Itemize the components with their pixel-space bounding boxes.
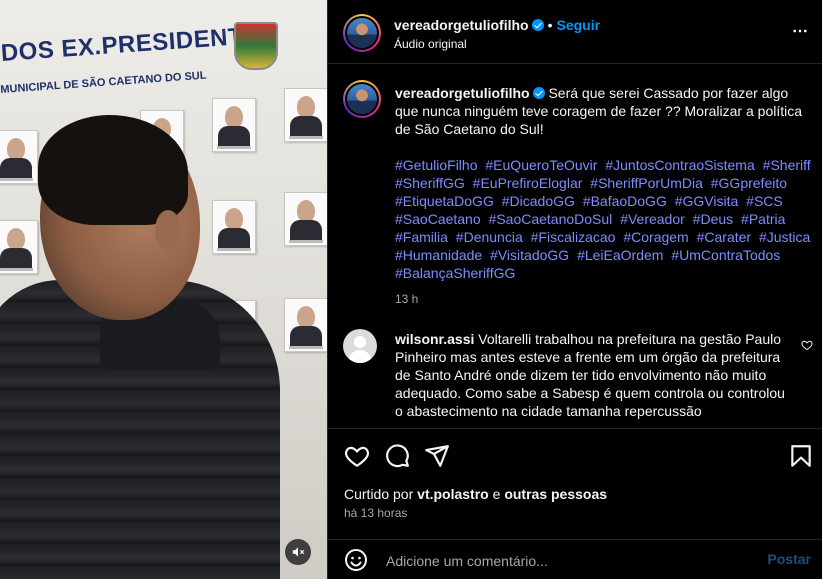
hashtag-link[interactable]: #EuPrefiroEloglar: [473, 175, 583, 191]
wall-sign-subtitle: MUNICIPAL DE SÃO CAETANO DO SUL: [0, 69, 207, 96]
hashtag-link[interactable]: #Carater: [697, 229, 751, 245]
hashtag-link[interactable]: #Vereador: [620, 211, 685, 227]
hashtag-link[interactable]: #BalançaSheriffGG: [395, 265, 515, 281]
liked-by-joiner: e: [492, 486, 501, 502]
post-header: vereadorgetuliofilho • Seguir Áudio origin…: [328, 0, 822, 64]
post-comment-button[interactable]: Postar: [767, 551, 811, 567]
hashtag-link[interactable]: #EtiquetaDoGG: [395, 193, 494, 209]
hashtag-link[interactable]: #Denuncia: [456, 229, 523, 245]
wall-portrait: [212, 98, 256, 152]
wall-portrait: [0, 220, 38, 274]
hashtag-link[interactable]: #LeiEaOrdem: [577, 247, 663, 263]
mute-button[interactable]: [285, 539, 311, 565]
hashtag-link[interactable]: #GGprefeito: [711, 175, 787, 191]
verified-badge-icon: [532, 87, 545, 99]
likes-summary: Curtido por vt.polastro e outras pessoas: [344, 486, 607, 502]
hashtag-link[interactable]: #Humanidade: [395, 247, 482, 263]
original-audio-link[interactable]: Áudio original: [394, 37, 467, 51]
hashtag-link[interactable]: #Justica: [759, 229, 810, 245]
hashtag-link[interactable]: #Fiscalizacao: [531, 229, 616, 245]
emoji-icon[interactable]: [344, 548, 368, 572]
separator-dot: •: [547, 17, 553, 33]
hashtag-link[interactable]: #VisitadoGG: [490, 247, 569, 263]
wall-portrait: [0, 130, 38, 184]
hashtag-link[interactable]: #BafaoDoGG: [583, 193, 667, 209]
post-media[interactable]: DOS EX.PRESIDENTES MUNICIPAL DE SÃO CAET…: [0, 0, 327, 579]
author-avatar[interactable]: [343, 14, 381, 52]
speaker-muted-icon: [292, 547, 305, 557]
hashtag-link[interactable]: #GGVisita: [675, 193, 739, 209]
person-hair: [38, 115, 188, 225]
commenter-avatar[interactable]: [343, 329, 377, 363]
person-ear: [155, 210, 181, 250]
hashtag-link[interactable]: #SaoCaetano: [395, 211, 481, 227]
comment-heart-icon[interactable]: [801, 339, 813, 351]
wall-portrait: [212, 200, 256, 254]
comment-input[interactable]: [384, 548, 748, 574]
heart-icon[interactable]: [344, 443, 370, 469]
more-horizontal-icon[interactable]: [791, 22, 809, 40]
hashtag-link[interactable]: #Patria: [741, 211, 785, 227]
hashtag-link[interactable]: #SaoCaetanoDoSul: [489, 211, 613, 227]
hashtag-link[interactable]: #SCS: [746, 193, 783, 209]
caption-timestamp[interactable]: 13 h: [395, 290, 815, 308]
author-username[interactable]: vereadorgetuliofilho: [394, 17, 529, 33]
hashtag-link[interactable]: #Familia: [395, 229, 448, 245]
video-frame: DOS EX.PRESIDENTES MUNICIPAL DE SÃO CAET…: [0, 0, 327, 579]
wall-portrait: [284, 88, 327, 142]
post-timestamp[interactable]: há 13 horas: [344, 506, 407, 520]
action-bar: Curtido por vt.polastro e outras pessoas…: [328, 428, 822, 528]
hashtag-list: #GetulioFilho #EuQueroTeOuvir #JuntosCon…: [395, 156, 815, 282]
hashtag-link[interactable]: #UmContraTodos: [671, 247, 780, 263]
hashtag-link[interactable]: #DicadoGG: [502, 193, 575, 209]
commenter-username[interactable]: wilsonr.assi: [395, 331, 474, 347]
hashtag-link[interactable]: #GetulioFilho: [395, 157, 478, 173]
city-crest: [234, 22, 278, 70]
liked-by-prefix: Curtido por: [344, 486, 414, 502]
caption-username[interactable]: vereadorgetuliofilho: [395, 85, 530, 101]
hashtag-link[interactable]: #EuQueroTeOuvir: [485, 157, 597, 173]
verified-badge-icon: [531, 19, 544, 31]
caption-author-avatar[interactable]: [343, 80, 381, 118]
add-comment-bar: Postar: [328, 539, 822, 579]
wall-portrait: [284, 192, 327, 246]
follow-button[interactable]: Seguir: [556, 17, 600, 33]
wall-portrait: [284, 298, 327, 352]
caption-body: vereadorgetuliofilho Será que serei Cass…: [395, 84, 815, 308]
comment-icon[interactable]: [384, 443, 410, 469]
header-line: vereadorgetuliofilho • Seguir: [394, 17, 600, 33]
hashtag-link[interactable]: #SheriffGG: [395, 175, 465, 191]
share-icon[interactable]: [424, 443, 450, 469]
liked-by-others[interactable]: outras pessoas: [504, 486, 607, 502]
bookmark-icon[interactable]: [788, 443, 814, 469]
post-sidebar: vereadorgetuliofilho • Seguir Áudio origin…: [327, 0, 822, 579]
liked-by-user[interactable]: vt.polastro: [417, 486, 489, 502]
hashtag-link[interactable]: #Deus: [693, 211, 733, 227]
comment-body: wilsonr.assi Voltarelli trabalhou na pre…: [395, 330, 795, 420]
hashtag-link[interactable]: #SheriffPorUmDia: [590, 175, 703, 191]
hashtag-link[interactable]: #Coragem: [623, 229, 688, 245]
hashtag-link[interactable]: #JuntosContraoSistema: [605, 157, 754, 173]
hashtag-link[interactable]: #Sheriff: [763, 157, 811, 173]
